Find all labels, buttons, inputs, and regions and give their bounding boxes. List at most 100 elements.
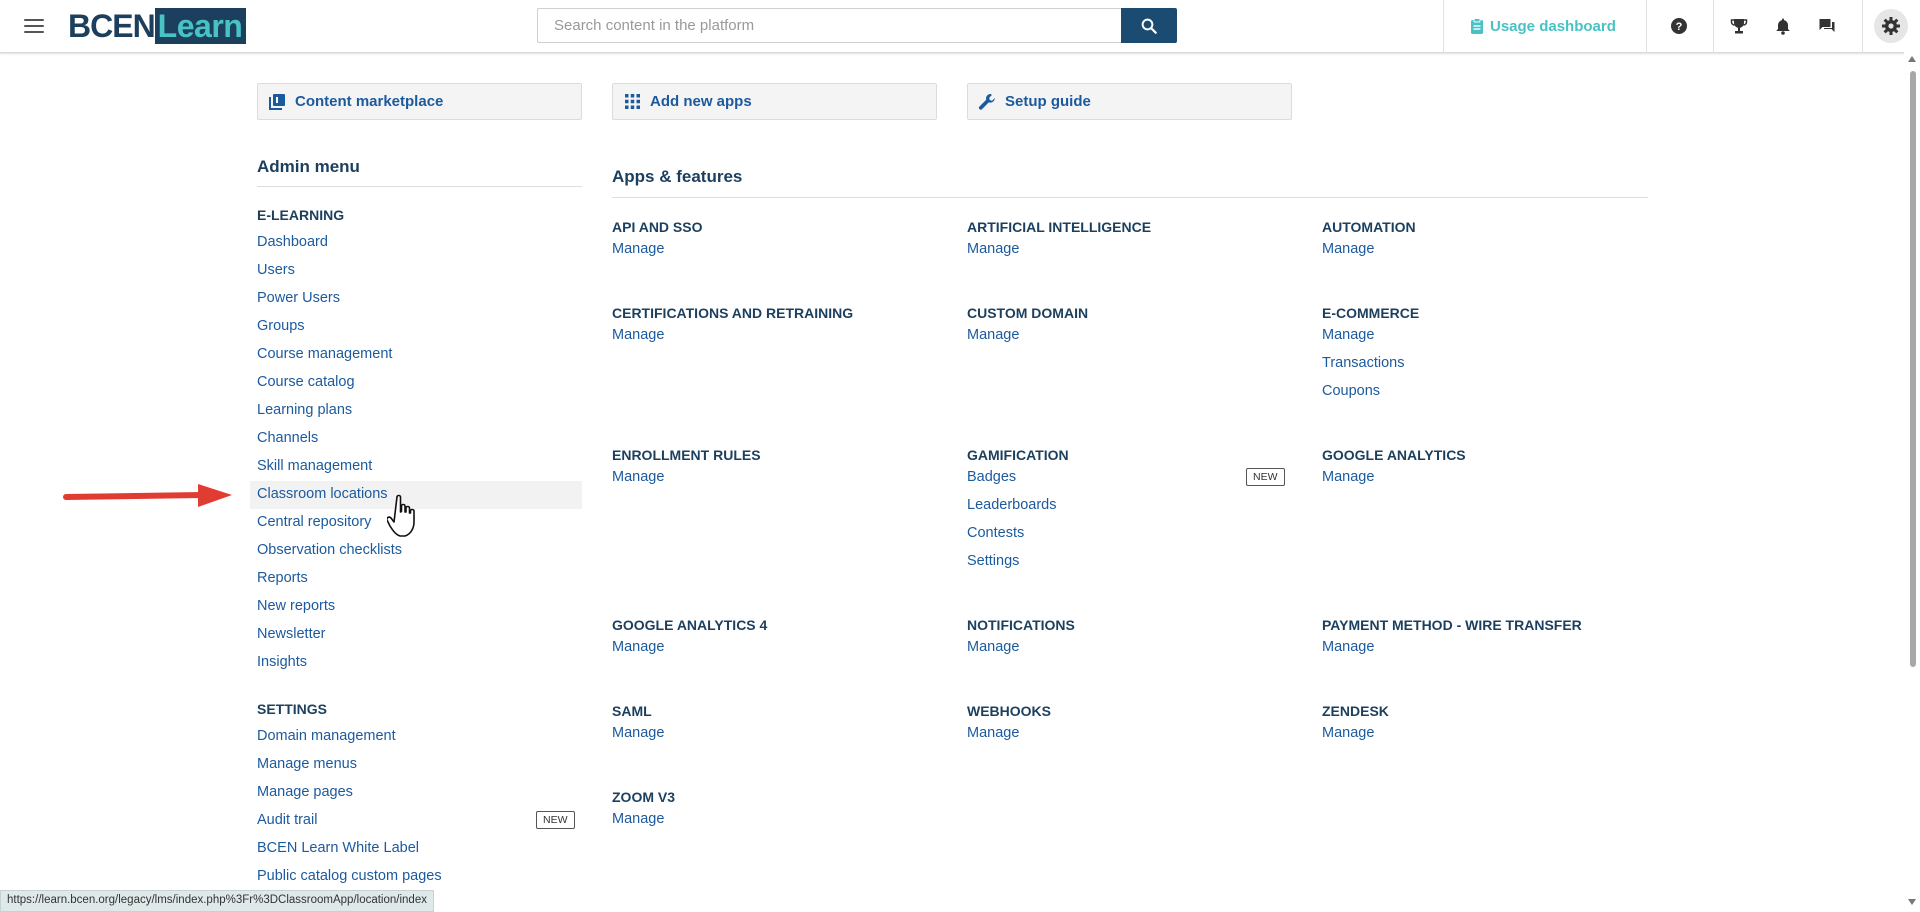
add-new-apps-button[interactable]: Add new apps xyxy=(612,83,937,120)
hand-cursor-icon xyxy=(387,494,415,537)
divider xyxy=(257,186,582,187)
manage-link[interactable]: Manage xyxy=(612,327,664,343)
new-badge: NEW xyxy=(536,811,575,829)
app-title: PAYMENT METHOD - WIRE TRANSFER xyxy=(1322,617,1582,633)
usage-dashboard-label: Usage dashboard xyxy=(1490,17,1616,35)
svg-text:?: ? xyxy=(1676,21,1683,33)
logo-part2: Learn xyxy=(154,8,247,44)
menu-item-observation-checklists[interactable]: Observation checklists xyxy=(257,542,402,558)
manage-link[interactable]: Manage xyxy=(967,327,1019,343)
app-title: ARTIFICIAL INTELLIGENCE xyxy=(967,219,1152,235)
bell-icon[interactable] xyxy=(1771,14,1795,38)
menu-item-learning-plans[interactable]: Learning plans xyxy=(257,402,352,418)
grid-icon xyxy=(623,93,641,111)
logo[interactable]: BCEN Learn xyxy=(68,8,247,44)
menu-item-groups[interactable]: Groups xyxy=(257,318,305,334)
badges-link[interactable]: Badges xyxy=(967,469,1016,485)
gamification-settings-link[interactable]: Settings xyxy=(967,553,1019,569)
manage-link[interactable]: Manage xyxy=(612,469,664,485)
scroll-down-arrow-icon[interactable] xyxy=(1908,899,1916,905)
app-title: WEBHOOKS xyxy=(967,703,1051,719)
manage-link[interactable]: Manage xyxy=(1322,327,1374,343)
new-badge: NEW xyxy=(1246,468,1285,486)
app-title: ZOOM V3 xyxy=(612,789,676,805)
menu-item-reports[interactable]: Reports xyxy=(257,570,308,586)
chat-icon[interactable] xyxy=(1815,14,1839,38)
status-url: https://learn.bcen.org/legacy/lms/index.… xyxy=(0,890,434,912)
admin-menu-title: Admin menu xyxy=(257,157,360,176)
app-title: GAMIFICATION xyxy=(967,447,1069,463)
manage-link[interactable]: Manage xyxy=(1322,725,1374,741)
menu-item-course-catalog[interactable]: Course catalog xyxy=(257,374,355,390)
search-button[interactable] xyxy=(1121,8,1177,43)
top-bar: BCENLearn Usage dashboard ? xyxy=(0,0,1920,53)
menu-item-users[interactable]: Users xyxy=(257,262,295,278)
menu-item-manage-menus[interactable]: Manage menus xyxy=(257,756,357,772)
menu-item-new-reports[interactable]: New reports xyxy=(257,598,335,614)
manage-link[interactable]: Manage xyxy=(967,241,1019,257)
menu-item-channels[interactable]: Channels xyxy=(257,430,318,446)
menu-item-power-users[interactable]: Power Users xyxy=(257,290,340,306)
manage-link[interactable]: Manage xyxy=(612,639,664,655)
wrench-icon xyxy=(978,93,996,111)
manage-link[interactable]: Manage xyxy=(1322,241,1374,257)
menu-item-insights[interactable]: Insights xyxy=(257,654,307,670)
trophy-icon[interactable] xyxy=(1727,14,1751,38)
menu-item-audit-trail[interactable]: Audit trail xyxy=(257,812,317,828)
app-title: CERTIFICATIONS AND RETRAINING xyxy=(612,305,854,321)
setup-guide-label: Setup guide xyxy=(1005,93,1091,110)
app-title: AUTOMATION xyxy=(1322,219,1416,235)
menu-item-dashboard[interactable]: Dashboard xyxy=(257,234,328,250)
menu-item-skill-management[interactable]: Skill management xyxy=(257,458,372,474)
contests-link[interactable]: Contests xyxy=(967,525,1024,541)
app-title: SAML xyxy=(612,703,652,719)
divider xyxy=(1862,0,1863,52)
app-title: NOTIFICATIONS xyxy=(967,617,1075,633)
usage-dashboard-button[interactable]: Usage dashboard xyxy=(1470,0,1616,52)
clipboard-icon xyxy=(1471,18,1483,34)
leaderboards-link[interactable]: Leaderboards xyxy=(967,497,1057,513)
menu-item-white-label[interactable]: BCEN Learn White Label xyxy=(257,840,419,856)
setup-guide-button[interactable]: Setup guide xyxy=(967,83,1292,120)
apps-features-title: Apps & features xyxy=(612,167,743,186)
gear-icon xyxy=(1882,17,1900,35)
search-bar xyxy=(537,8,1177,43)
help-icon[interactable]: ? xyxy=(1667,14,1691,38)
search-input[interactable] xyxy=(537,8,1122,43)
manage-link[interactable]: Manage xyxy=(1322,639,1374,655)
manage-link[interactable]: Manage xyxy=(967,639,1019,655)
logo-part1: BCEN xyxy=(68,8,156,44)
settings-button[interactable] xyxy=(1874,9,1908,43)
settings-section-label: SETTINGS xyxy=(257,701,328,717)
menu-item-manage-pages[interactable]: Manage pages xyxy=(257,784,353,800)
app-title: GOOGLE ANALYTICS 4 xyxy=(612,617,768,633)
app-title: API AND SSO xyxy=(612,219,703,235)
divider xyxy=(1443,0,1444,52)
content-marketplace-button[interactable]: Content marketplace xyxy=(257,83,582,120)
app-title: E-COMMERCE xyxy=(1322,305,1420,321)
hamburger-icon[interactable] xyxy=(24,16,44,34)
elearning-section-label: E-LEARNING xyxy=(257,207,345,223)
transactions-link[interactable]: Transactions xyxy=(1322,355,1404,371)
menu-item-domain-management[interactable]: Domain management xyxy=(257,728,396,744)
manage-link[interactable]: Manage xyxy=(612,811,664,827)
menu-item-public-catalog-pages[interactable]: Public catalog custom pages xyxy=(257,868,442,884)
content-marketplace-label: Content marketplace xyxy=(295,93,444,110)
scroll-up-arrow-icon[interactable] xyxy=(1908,56,1916,62)
divider xyxy=(1713,0,1714,52)
magnifier-icon xyxy=(1141,18,1157,34)
menu-item-newsletter[interactable]: Newsletter xyxy=(257,626,326,642)
coupons-link[interactable]: Coupons xyxy=(1322,383,1380,399)
menu-item-course-management[interactable]: Course management xyxy=(257,346,392,362)
scrollbar-thumb[interactable] xyxy=(1910,71,1916,667)
manage-link[interactable]: Manage xyxy=(1322,469,1374,485)
manage-link[interactable]: Manage xyxy=(967,725,1019,741)
red-arrow-icon xyxy=(63,484,232,507)
app-title: GOOGLE ANALYTICS xyxy=(1322,447,1466,463)
app-title: CUSTOM DOMAIN xyxy=(967,305,1089,321)
add-new-apps-label: Add new apps xyxy=(650,93,752,110)
menu-item-classroom-locations[interactable]: Classroom locations xyxy=(257,486,388,502)
menu-item-central-repository[interactable]: Central repository xyxy=(257,514,371,530)
manage-link[interactable]: Manage xyxy=(612,725,664,741)
manage-link[interactable]: Manage xyxy=(612,241,664,257)
